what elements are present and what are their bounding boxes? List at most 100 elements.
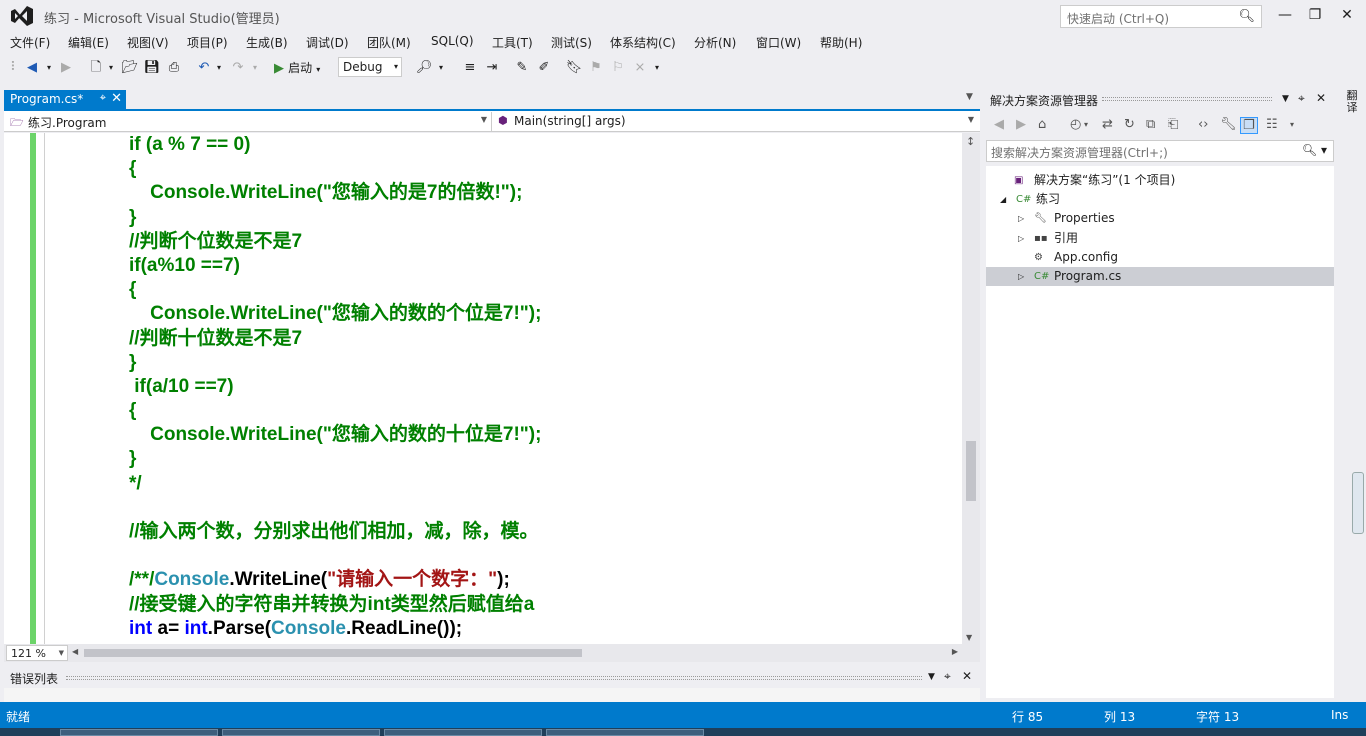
clear-bookmarks-icon[interactable]: ⨯ [630,57,650,79]
solution-tree[interactable]: ▣ 解决方案“练习”(1 个项目) ◢ C# 练习 ▷ 🔧︎ Properties ▷ ▪▪ 引用 ⚙… [986,166,1334,698]
menu-architecture[interactable]: 体系结构(C) [610,34,676,51]
preview-selected-items-icon[interactable]: ❐ [1240,117,1258,134]
vertical-scrollbar[interactable]: ↕ ▼ [962,133,980,644]
code-line[interactable]: //接受键入的字符串并转换为int类型然后赋值给a [129,593,541,617]
tab-list-dropdown-icon[interactable]: ▼ [966,92,973,102]
save-all-icon[interactable]: ⎙ [164,57,184,79]
collapse-all-icon[interactable]: ⧉ [1146,117,1155,132]
comment-lines-icon[interactable]: ✎ [512,57,532,79]
menu-debug[interactable]: 调试(D) [306,34,349,51]
code-line[interactable]: } [129,206,541,230]
redo-icon[interactable]: ↷ [228,57,248,79]
code-line[interactable]: if (a % 7 == 0) [129,133,541,157]
forward-icon[interactable]: ▶ [1016,117,1026,132]
code-line[interactable]: /**/Console.WriteLine("请输入一个数字："); [129,568,541,592]
scroll-left-icon[interactable]: ◀ [72,647,78,656]
indent-icon[interactable]: ⇥ [482,57,502,79]
code-line[interactable]: if(a%10 ==7) [129,254,541,278]
collapse-arrow-icon[interactable]: ◢ [1000,190,1006,209]
back-icon[interactable]: ◀ [994,117,1004,132]
taskbar-button[interactable] [546,729,704,736]
class-view-icon[interactable]: ☷ [1266,117,1278,132]
menu-help[interactable]: 帮助(H) [820,34,862,51]
back-dropdown-icon[interactable]: ▾ [44,57,54,79]
code-line[interactable]: //输入两个数，分别求出他们相加，减，除，模。 [129,520,541,544]
bookmark-icon[interactable]: 🔖︎ [564,57,584,79]
taskbar-button[interactable] [384,729,542,736]
menu-team[interactable]: 团队(M) [367,34,411,51]
save-icon[interactable]: 💾︎ [142,57,162,79]
filter-dropdown-icon[interactable]: ▾ [1084,120,1088,129]
next-bookmark-icon[interactable]: ⚐ [608,57,628,79]
search-icon[interactable]: 🔍︎ [1238,9,1255,24]
format-selection-icon[interactable]: ≡ [460,57,480,79]
home-icon[interactable]: ⌂ [1038,117,1046,132]
code-text[interactable]: if (a % 7 == 0) { Console.WriteLine("您输入的… [129,133,541,641]
code-line[interactable]: } [129,447,541,471]
code-line[interactable]: //判断个位数是不是7 [129,230,541,254]
menu-tools[interactable]: 工具(T) [492,34,533,51]
tree-item[interactable]: ▣ 解决方案“练习”(1 个项目) [986,171,1334,190]
close-window-button[interactable]: ✕ [1332,4,1362,26]
taskbar-button[interactable] [222,729,380,736]
code-editor[interactable]: if (a % 7 == 0) { Console.WriteLine("您输入的… [4,133,980,644]
code-line[interactable]: int a= int.Parse(Console.ReadLine()); [129,617,541,641]
code-line[interactable] [129,544,541,568]
split-window-icon[interactable]: ↕ [966,135,975,148]
solution-configuration-select[interactable]: Debug ▾ [338,57,402,77]
member-dropdown[interactable]: ⬢ Main(string[] args) ▼ [494,112,978,131]
menu-analyze[interactable]: 分析(N) [694,34,736,51]
properties-wrench-icon[interactable]: 🔧︎ [1220,117,1237,132]
tree-item[interactable]: ▷ ▪▪ 引用 [986,229,1334,248]
search-icon[interactable]: 🔍︎ ▾ [1302,143,1327,157]
new-project-icon[interactable]: 🗋 [86,57,106,79]
panel-grip[interactable] [1102,97,1272,101]
code-line[interactable]: { [129,399,541,423]
menu-edit[interactable]: 编辑(E) [68,34,109,51]
expand-arrow-icon[interactable]: ▷ [1018,209,1024,228]
code-line[interactable]: { [129,157,541,181]
navigate-forward-icon[interactable]: ▶ [56,57,76,79]
menu-sql[interactable]: SQL(Q) [431,34,474,48]
code-line[interactable]: if(a/10 ==7) [129,375,541,399]
menu-file[interactable]: 文件(F) [10,34,50,51]
menu-view[interactable]: 视图(V) [127,34,169,51]
scroll-right-icon[interactable]: ▶ [952,647,958,656]
show-all-files-icon[interactable]: ⎗ [1168,117,1178,132]
restore-button[interactable]: ❐ [1300,4,1330,26]
side-tab-translate[interactable]: 翻译 [1342,90,1362,114]
quick-launch-input[interactable]: 快速启动 (Ctrl+Q) 🔍︎ [1060,5,1262,28]
tree-item[interactable]: ▷ C# Program.cs [986,267,1334,286]
tree-item[interactable]: ▷ 🔧︎ Properties [986,209,1334,228]
auto-hide-pin-icon[interactable]: ⌖ [1298,91,1305,106]
menu-window[interactable]: 窗口(W) [756,34,801,51]
toolbar-overflow-icon[interactable]: ▾ [652,57,662,79]
solution-search-input[interactable]: 搜索解决方案资源管理器(Ctrl+;) 🔍︎ ▾ [986,140,1334,162]
code-line[interactable]: //判断十位数是不是7 [129,327,541,351]
undo-dropdown-icon[interactable]: ▾ [214,57,224,79]
toolbar-overflow-icon[interactable]: ▾ [1290,120,1294,129]
close-panel-icon[interactable]: ✕ [1316,91,1326,105]
uncomment-lines-icon[interactable]: ✐ [534,57,554,79]
view-code-icon[interactable]: ‹› [1198,117,1208,132]
previous-bookmark-icon[interactable]: ⚑ [586,57,606,79]
code-line[interactable]: Console.WriteLine("您输入的数的十位是7!"); [129,423,541,447]
scroll-down-icon[interactable]: ▼ [966,633,972,642]
start-debugging-button[interactable]: ▶ 启动 ▾ [274,57,344,79]
navigate-back-icon[interactable]: ◀ [22,57,42,79]
code-line[interactable] [129,496,541,520]
find-dropdown-icon[interactable]: ▾ [436,57,446,79]
taskbar-button[interactable] [60,729,218,736]
code-line[interactable]: Console.WriteLine("您输入的是7的倍数!"); [129,181,541,205]
code-line[interactable]: Console.WriteLine("您输入的数的个位是7!"); [129,302,541,326]
code-line[interactable]: } [129,351,541,375]
pin-icon[interactable]: ⌖ [100,91,106,105]
open-file-icon[interactable]: 📂︎ [120,57,140,79]
tree-item[interactable]: ⚙ App.config [986,248,1334,267]
menu-test[interactable]: 测试(S) [551,34,592,51]
close-tab-icon[interactable]: ✕ [111,91,122,106]
error-list-title[interactable]: 错误列表 [10,670,58,687]
undo-icon[interactable]: ↶ [194,57,214,79]
window-position-icon[interactable]: ▼ [1282,94,1289,104]
refresh-icon[interactable]: ↻ [1124,117,1135,132]
